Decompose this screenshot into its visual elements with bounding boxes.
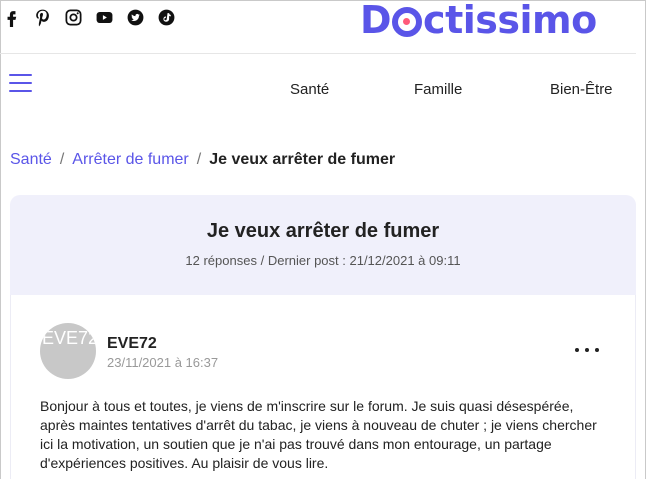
thread-meta: 12 réponses / Dernier post : 21/12/2021 … — [10, 253, 636, 268]
nav-item-bien-etre[interactable]: Bien-Être — [550, 81, 613, 98]
breadcrumb: Santé / Arrêter de fumer / Je veux arrêt… — [10, 151, 395, 169]
top-bar: Dctissimo — [0, 0, 636, 54]
thread-header: Je veux arrêter de fumer 12 réponses / D… — [10, 195, 636, 295]
breadcrumb-separator: / — [59, 151, 65, 168]
youtube-icon[interactable] — [95, 8, 114, 27]
avatar[interactable]: EVE72 — [40, 323, 96, 379]
forum-post: EVE72 EVE72 23/11/2021 à 16:37 Bonjour à… — [10, 295, 636, 479]
twitter-icon[interactable] — [126, 8, 145, 27]
breadcrumb-link-arreter-de-fumer[interactable]: Arrêter de fumer — [72, 151, 188, 169]
post-date: 23/11/2021 à 16:37 — [107, 355, 219, 370]
post-body: Bonjour à tous et toutes, je viens de m'… — [40, 398, 597, 471]
meta-separator: / — [260, 253, 265, 268]
social-links — [2, 8, 176, 27]
breadcrumb-current: Je veux arrêter de fumer — [209, 151, 396, 168]
pinterest-icon[interactable] — [33, 8, 52, 27]
breadcrumb-link-sante[interactable]: Santé — [10, 151, 52, 169]
instagram-icon[interactable] — [64, 8, 83, 27]
tiktok-icon[interactable] — [157, 8, 176, 27]
more-options-icon[interactable] — [575, 345, 599, 355]
thread-title: Je veux arrêter de fumer — [206, 220, 440, 242]
post-author[interactable]: EVE72 — [107, 335, 157, 353]
logo-text-end: ctissimo — [423, 0, 597, 42]
facebook-icon[interactable] — [2, 8, 21, 27]
last-post-date: Dernier post : 21/12/2021 à 09:11 — [267, 253, 461, 268]
breadcrumb-separator: / — [196, 151, 202, 168]
nav-item-sante[interactable]: Santé — [290, 81, 329, 98]
nav-item-famille[interactable]: Famille — [414, 81, 462, 98]
logo-text-start: D — [360, 0, 392, 42]
logo-o-mark-icon — [392, 7, 423, 37]
reply-count: 12 réponses — [185, 253, 257, 268]
main-nav: Santé Famille Bien-Être — [0, 55, 636, 123]
menu-icon[interactable] — [9, 74, 32, 92]
doctissimo-logo[interactable]: Dctissimo — [360, 0, 597, 42]
